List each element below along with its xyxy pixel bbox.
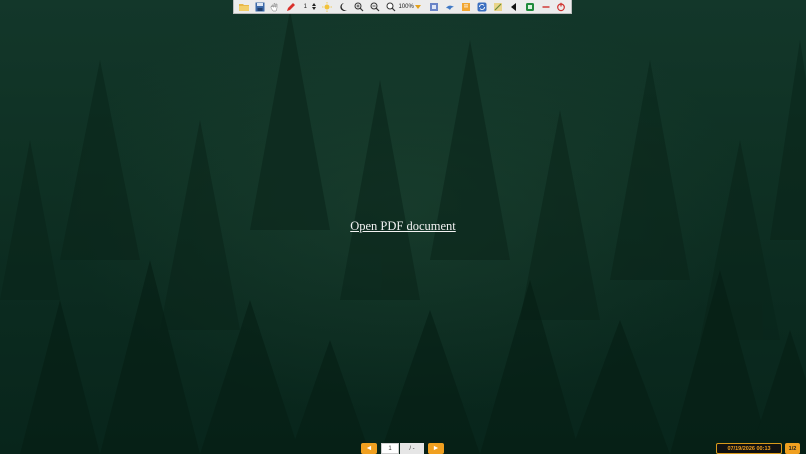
zoom-level[interactable]: 100% [398, 4, 413, 10]
save-icon [255, 2, 265, 11]
brightness-button[interactable] [321, 1, 334, 13]
back-button[interactable] [507, 1, 520, 13]
zoom-menu-button[interactable] [384, 1, 397, 13]
page-number-input[interactable]: 1 [381, 443, 399, 454]
datetime-display: 07/19/2026 00:13 [716, 443, 782, 454]
prev-page-button[interactable]: ◄ [361, 443, 377, 454]
pen-icon [287, 2, 296, 11]
save-button[interactable] [253, 1, 266, 13]
tools-button[interactable] [491, 1, 504, 13]
zoom-dropdown-icon[interactable] [414, 4, 421, 9]
fit-page-button[interactable] [428, 1, 441, 13]
app-button[interactable] [523, 1, 536, 13]
close-button[interactable] [555, 1, 568, 13]
top-toolbar: 1 100% [233, 0, 572, 14]
tools-icon [493, 2, 502, 11]
bookmark-icon [462, 2, 471, 11]
zoom-in-icon [354, 2, 364, 11]
magnifier-icon [386, 2, 396, 11]
moon-icon [340, 2, 348, 11]
pen-width-value[interactable]: 1 [301, 4, 310, 10]
folder-open-icon [238, 3, 249, 11]
zoom-out-icon [370, 2, 380, 11]
open-file-button[interactable] [237, 1, 250, 13]
refresh-icon [477, 2, 487, 11]
night-mode-button[interactable] [337, 1, 350, 13]
app-icon [525, 2, 534, 11]
hand-icon [271, 2, 278, 11]
bird-button[interactable] [444, 1, 457, 13]
triangle-left-icon [510, 2, 516, 11]
sun-icon [322, 1, 333, 12]
zoom-out-button[interactable] [368, 1, 381, 13]
open-pdf-link[interactable]: Open PDF document [0, 219, 806, 234]
minimize-button[interactable] [539, 1, 552, 13]
fit-page-icon [430, 2, 439, 11]
hand-tool-button[interactable] [269, 1, 282, 13]
chevron-down-icon[interactable] [311, 7, 316, 10]
bookmark-button[interactable] [460, 1, 473, 13]
pen-tool-button[interactable] [285, 1, 298, 13]
next-page-button[interactable]: ► [428, 443, 444, 454]
minimize-icon [542, 5, 550, 8]
bird-icon [446, 5, 455, 10]
power-icon [557, 2, 566, 11]
zoom-in-button[interactable] [352, 1, 365, 13]
refresh-button[interactable] [475, 1, 488, 13]
page-counter-badge[interactable]: 1/2 [785, 443, 800, 454]
page-total: / - [400, 443, 424, 454]
pen-width-stepper[interactable] [311, 3, 317, 10]
chevron-up-icon[interactable] [311, 3, 316, 6]
